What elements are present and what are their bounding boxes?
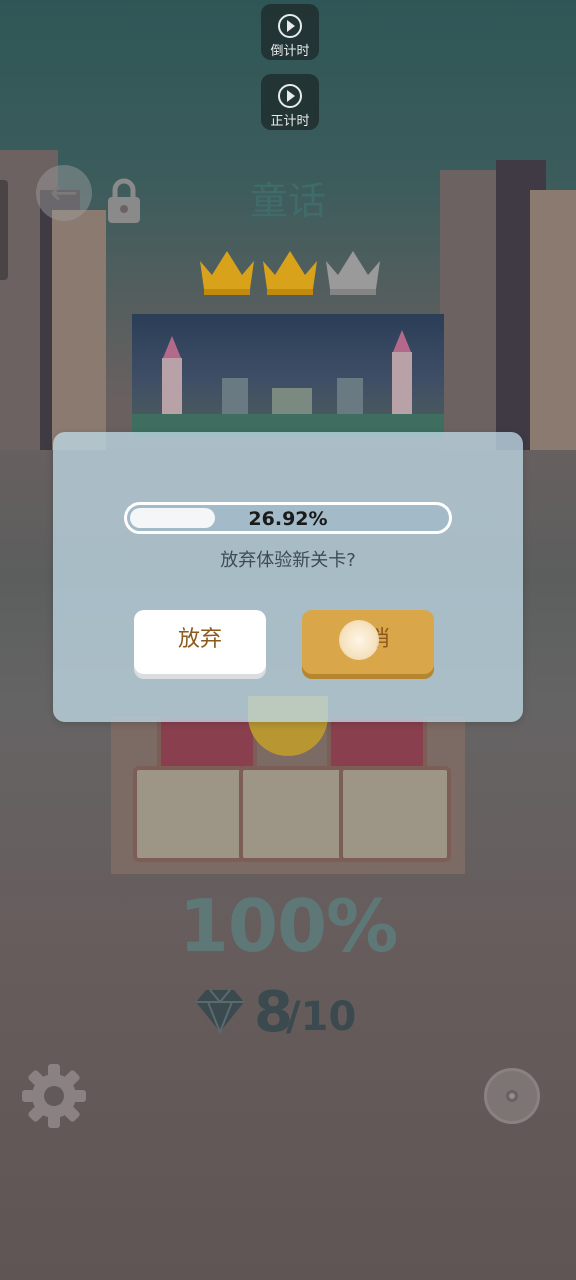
level-preview-image [132, 314, 444, 438]
back-arrow-icon: ← [49, 173, 79, 213]
countdown-timer-button[interactable]: 倒计时 [261, 4, 319, 60]
abandon-button[interactable]: 放弃 [134, 610, 266, 674]
gem-icon [196, 989, 244, 1034]
crown-icon [263, 251, 317, 295]
castle-tower-right-light [530, 190, 576, 450]
level-title: 童话 [249, 179, 326, 223]
abandon-level-dialog: 26.92% 放弃体验新关卡? 放弃 取消 [53, 432, 523, 722]
castle-tower-left-light [52, 210, 106, 450]
crown-icon [200, 251, 254, 295]
gems-total: /10 [286, 994, 357, 1040]
countdown-timer-label: 倒计时 [270, 44, 310, 59]
side-drawer-tab[interactable] [0, 180, 8, 280]
progress-text: 26.92% [248, 508, 328, 530]
countup-timer-button[interactable]: 正计时 [261, 74, 319, 130]
lock-icon [108, 178, 140, 223]
countup-timer-label: 正计时 [270, 114, 310, 129]
download-progress-bar: 26.92% [124, 502, 452, 534]
play-icon [278, 84, 302, 108]
play-icon [278, 14, 302, 38]
level-completion-percent: 100% [178, 884, 398, 968]
gear-icon[interactable] [20, 1062, 88, 1130]
back-button[interactable]: ← [36, 165, 92, 221]
crown-icon [326, 251, 380, 295]
touch-indicator [339, 620, 379, 660]
dialog-question: 放弃体验新关卡? [220, 550, 356, 571]
disc-icon[interactable] [484, 1068, 540, 1124]
